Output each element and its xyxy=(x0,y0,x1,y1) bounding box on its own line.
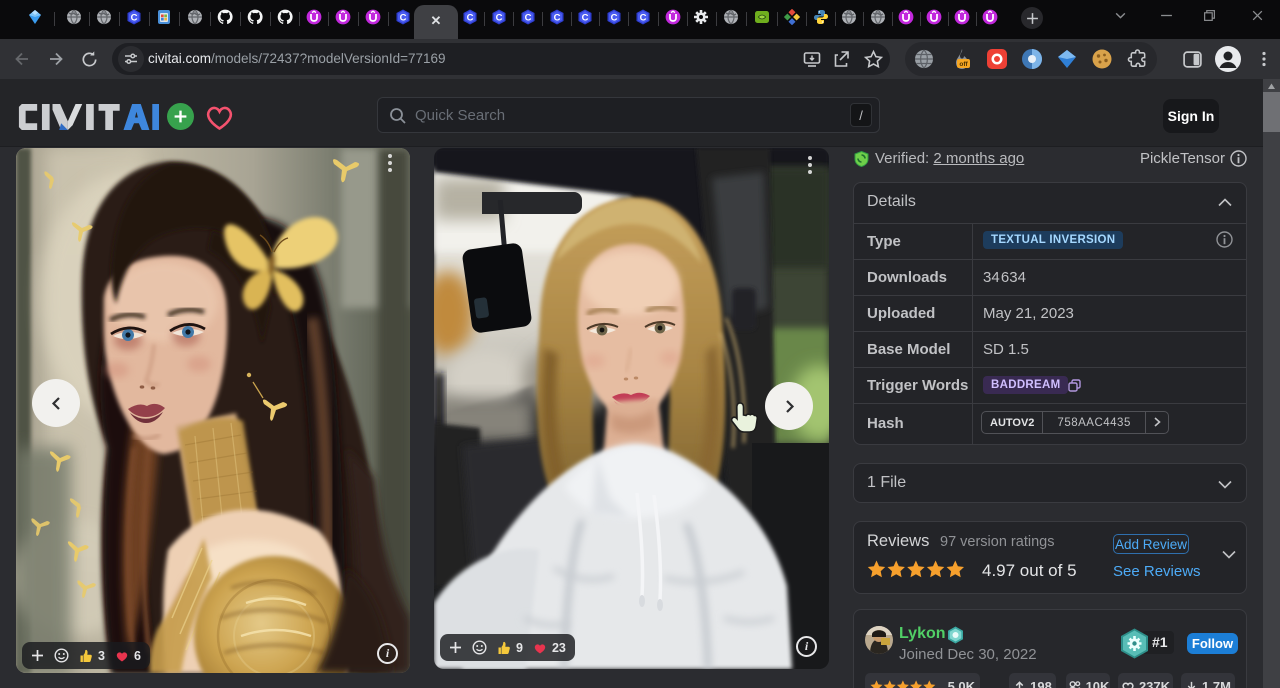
svg-text:C: C xyxy=(611,13,618,24)
svg-text:C: C xyxy=(582,13,589,24)
svg-text:C: C xyxy=(131,13,138,24)
svg-text:C: C xyxy=(525,13,532,24)
svg-text:C: C xyxy=(400,13,407,24)
svg-text:C: C xyxy=(640,13,647,24)
svg-text:C: C xyxy=(554,13,561,24)
svg-text:C: C xyxy=(496,13,503,24)
svg-text:C: C xyxy=(467,13,474,24)
svg-text:off: off xyxy=(959,61,968,68)
